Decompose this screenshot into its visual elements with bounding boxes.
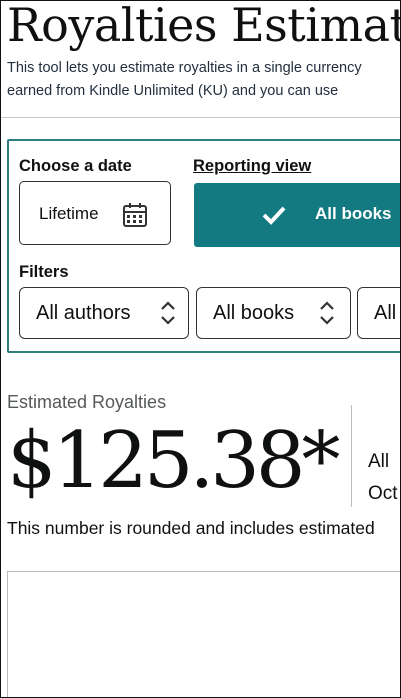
page-frame: Royalties Estimator This tool lets you e…: [0, 0, 401, 698]
royalties-amount: $125.38*: [7, 416, 341, 506]
author-filter-value: All authors: [36, 302, 131, 324]
estimated-royalties-label: Estimated Royalties: [7, 392, 167, 412]
book-filter-select[interactable]: All books: [196, 287, 351, 339]
book-filter-value: All books: [213, 302, 295, 324]
page-title: Royalties Estimator: [7, 0, 400, 52]
filter-panel: Choose a date Reporting view Lifetime Al…: [7, 139, 400, 353]
author-filter-select[interactable]: All authors: [19, 287, 189, 339]
intro-line-2: earned from Kindle Unlimited (KU) and yo…: [7, 83, 339, 99]
reporting-view-link[interactable]: Reporting view: [193, 157, 311, 176]
up-down-chevron-icon: [161, 301, 175, 325]
intro-text: This tool lets you estimate royalties in…: [7, 57, 400, 103]
up-down-chevron-icon: [320, 301, 334, 325]
date-label: Choose a date: [19, 157, 132, 175]
check-icon: [262, 206, 286, 225]
date-value: Lifetime: [39, 204, 99, 223]
side-summary-line-1: All: [368, 451, 390, 472]
report-card: [7, 571, 400, 697]
divider: [1, 117, 400, 118]
third-filter-value: All: [374, 302, 397, 324]
all-books-view-button[interactable]: All books: [194, 183, 400, 247]
intro-line-1: This tool lets you estimate royalties in…: [7, 60, 362, 76]
calendar-icon: [123, 203, 147, 227]
filters-label: Filters: [19, 263, 69, 281]
third-filter-select[interactable]: All: [357, 287, 400, 339]
all-books-view-label: All books: [315, 204, 392, 223]
vertical-divider: [351, 405, 352, 507]
date-picker[interactable]: Lifetime: [19, 181, 171, 245]
rounding-note: This number is rounded and includes esti…: [7, 518, 375, 538]
side-summary-line-2: Oct: [368, 483, 398, 504]
